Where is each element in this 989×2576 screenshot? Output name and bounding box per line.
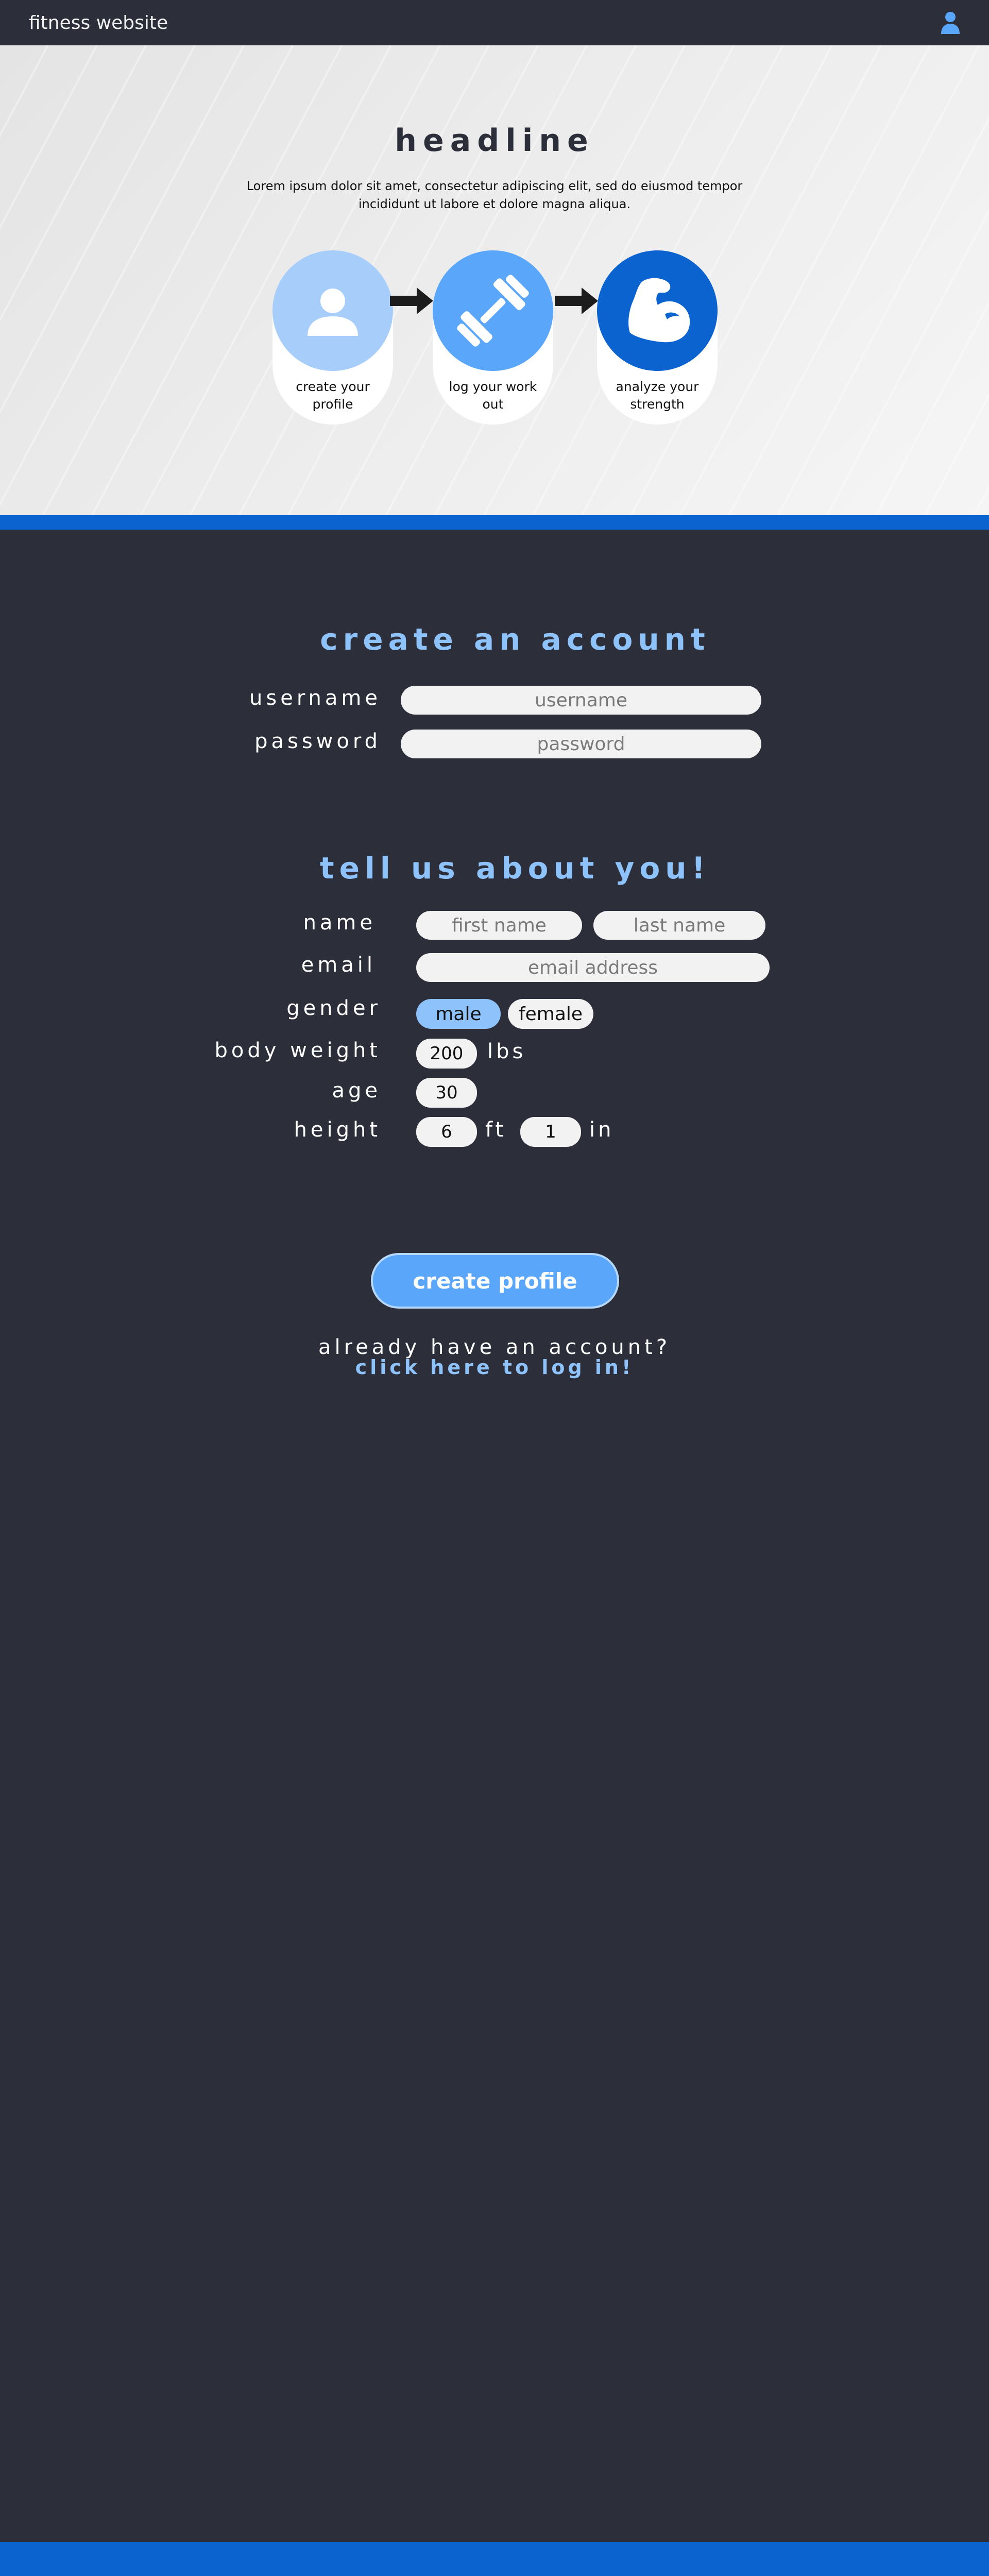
username-input[interactable] xyxy=(401,686,761,715)
step-analyze-strength: analyze your strength xyxy=(597,250,718,425)
hero-section: headline Lorem ipsum dolor sit amet, con… xyxy=(0,45,989,515)
email-input[interactable] xyxy=(416,953,770,982)
age-input[interactable] xyxy=(416,1078,477,1108)
password-label: password xyxy=(254,730,381,753)
email-label: email xyxy=(301,953,376,977)
arrow-right-icon xyxy=(555,287,598,314)
arrow-right-icon xyxy=(390,287,433,314)
body-weight-input[interactable] xyxy=(416,1039,477,1069)
create-profile-button[interactable]: create profile xyxy=(371,1253,619,1309)
brand-name[interactable]: fitness website xyxy=(29,12,168,33)
dumbbell-icon xyxy=(457,275,529,347)
last-name-input[interactable] xyxy=(593,911,765,940)
body-weight-label: body weight xyxy=(214,1039,381,1062)
username-label: username xyxy=(249,686,381,710)
age-label: age xyxy=(332,1079,381,1103)
step-circle xyxy=(597,250,718,371)
user-icon xyxy=(308,289,358,336)
step-circle xyxy=(433,250,553,371)
step-log-workout: log your work out xyxy=(433,250,553,425)
first-name-input[interactable] xyxy=(416,911,582,940)
feet-unit-label: ft xyxy=(485,1118,507,1142)
top-nav: fitness website xyxy=(0,0,989,45)
about-you-title: tell us about you! xyxy=(319,851,711,886)
login-link[interactable]: click here to log in! xyxy=(0,1356,989,1379)
hero-headline: headline xyxy=(395,123,594,159)
step-circle xyxy=(272,250,393,371)
step-label: analyze your strength xyxy=(616,379,699,412)
password-input[interactable] xyxy=(401,730,761,758)
flexed-bicep-icon xyxy=(628,278,690,343)
create-account-title: create an account xyxy=(320,622,710,657)
step-label: create your profile xyxy=(296,379,370,412)
inches-unit-label: in xyxy=(589,1118,615,1142)
height-feet-input[interactable] xyxy=(416,1117,477,1147)
account-icon[interactable] xyxy=(941,11,960,34)
name-label: name xyxy=(303,911,376,935)
step-label: log your work out xyxy=(449,379,537,412)
gender-male-button[interactable]: male xyxy=(416,999,501,1029)
gender-label: gender xyxy=(286,996,381,1020)
gender-female-button[interactable]: female xyxy=(508,999,593,1029)
height-inches-input[interactable] xyxy=(520,1117,581,1147)
hero-description: Lorem ipsum dolor sit amet, consectetur … xyxy=(246,179,743,211)
footer-bar xyxy=(0,2542,989,2576)
step-create-profile: create your profile xyxy=(272,250,393,425)
hero-divider-bar xyxy=(0,515,989,530)
weight-unit-label: lbs xyxy=(487,1040,526,1063)
height-label: height xyxy=(294,1118,381,1142)
